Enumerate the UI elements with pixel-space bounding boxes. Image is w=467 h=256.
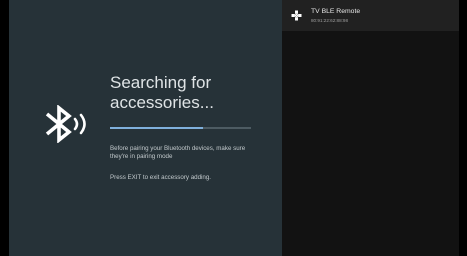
pairing-hint-text: Before pairing your Bluetooth devices, m… [110, 145, 246, 161]
device-list: TV BLE Remote 80:91:22:62:88:98 [282, 0, 459, 256]
pairing-screen: Searching for accessories... Before pair… [0, 0, 467, 256]
search-progress-fill [110, 127, 204, 129]
search-panel: Searching for accessories... Before pair… [9, 0, 282, 256]
exit-hint-text: Press EXIT to exit accessory adding. [110, 174, 211, 181]
search-progress-bar [110, 127, 251, 129]
device-name: TV BLE Remote [311, 8, 361, 15]
bluetooth-searching-icon [45, 105, 86, 143]
gamepad-icon [291, 10, 302, 21]
page-title: Searching for accessories... [110, 73, 214, 112]
device-list-item[interactable]: TV BLE Remote 80:91:22:62:88:98 [282, 0, 459, 31]
device-address: 80:91:22:62:88:98 [311, 18, 349, 23]
